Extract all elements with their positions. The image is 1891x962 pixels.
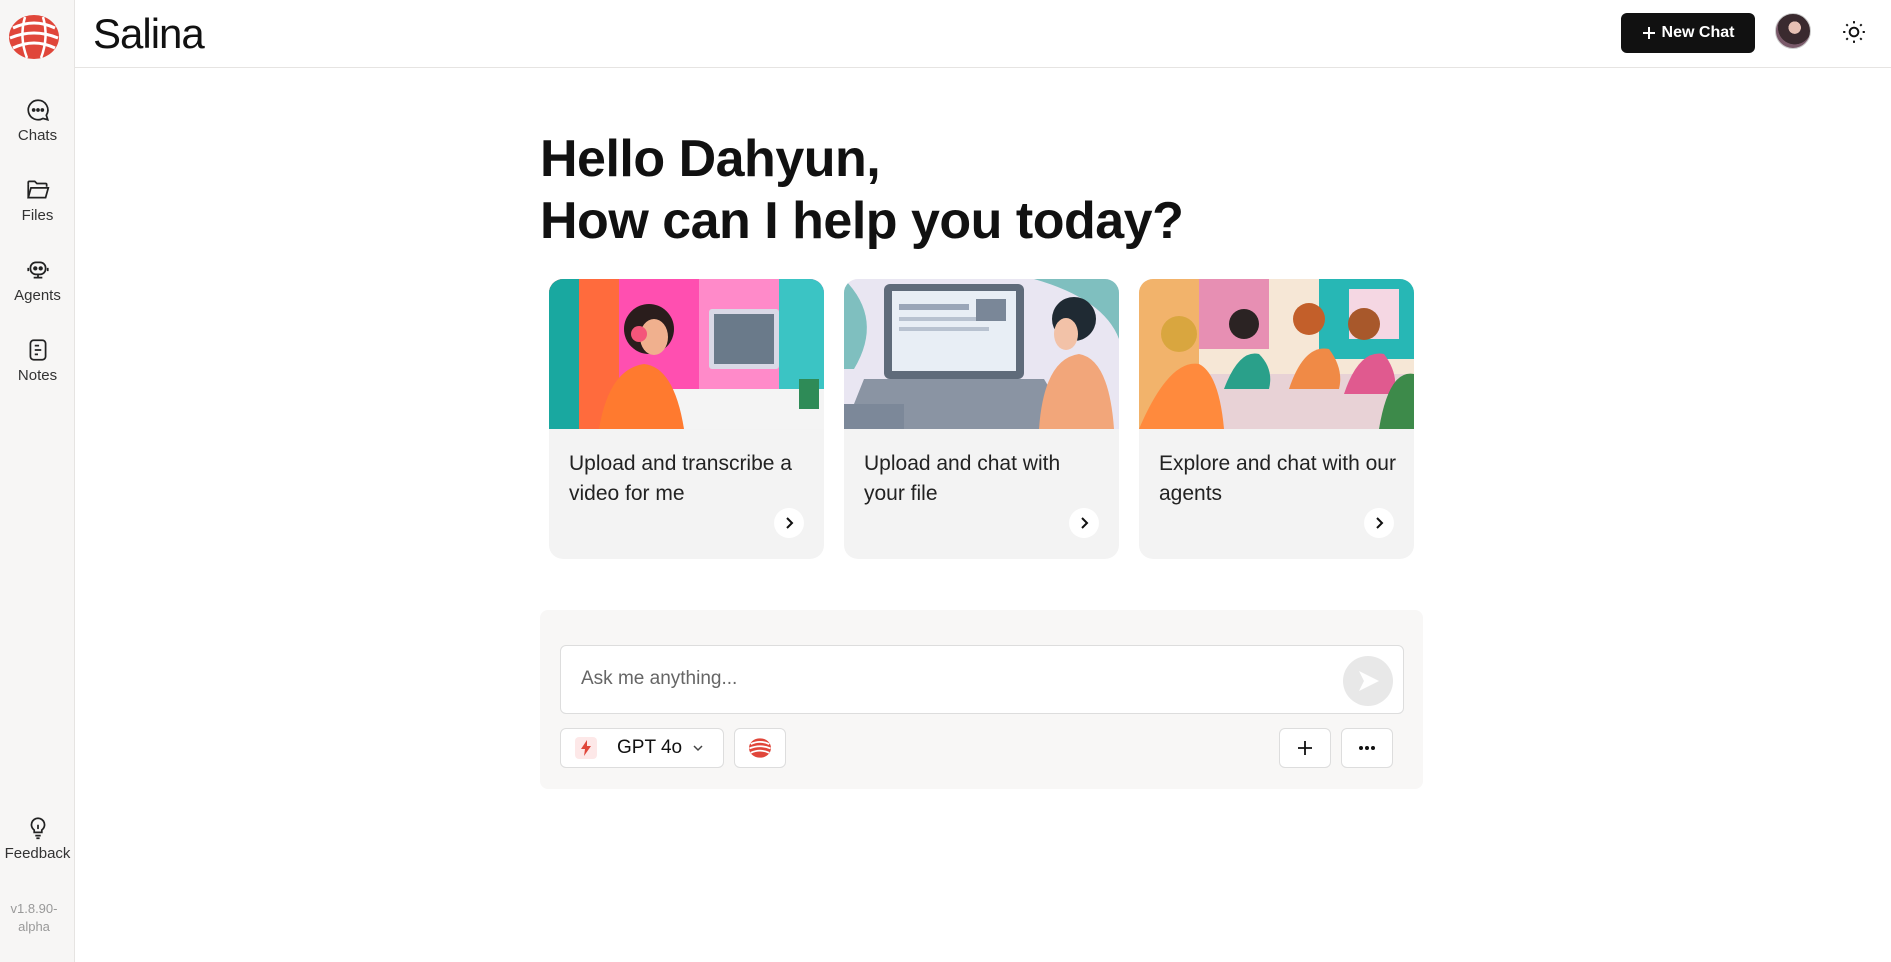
sidebar-item-notes[interactable]: Notes xyxy=(0,337,75,384)
new-chat-label: New Chat xyxy=(1661,24,1735,41)
card-arrow-button[interactable] xyxy=(1364,508,1394,538)
card-text: Explore and chat with our agents xyxy=(1159,452,1396,505)
plus-icon xyxy=(1298,741,1312,755)
composer: GPT 4o xyxy=(540,610,1423,789)
chevron-down-icon xyxy=(693,745,703,752)
card-transcribe-video[interactable]: Upload and transcribe a video for me xyxy=(549,279,824,559)
send-button[interactable] xyxy=(1343,656,1393,706)
card-text: Upload and chat with your file xyxy=(864,452,1061,505)
salina-logo-icon[interactable] xyxy=(7,12,61,62)
add-attachment-button[interactable] xyxy=(1279,728,1331,768)
message-input-box[interactable] xyxy=(560,645,1404,714)
card-text: Upload and transcribe a video for me xyxy=(569,452,792,505)
salina-logo-icon xyxy=(749,738,771,758)
message-input[interactable] xyxy=(581,668,1321,690)
new-chat-button[interactable]: New Chat xyxy=(1621,13,1755,53)
agent-toggle-button[interactable] xyxy=(734,728,786,768)
greeting: Hello Dahyun, How can I help you today? xyxy=(540,128,1184,252)
chat-bubble-icon xyxy=(26,99,49,121)
sidebar-item-chats[interactable]: Chats xyxy=(0,97,75,144)
greeting-line-2: How can I help you today? xyxy=(540,192,1184,250)
model-selector[interactable]: GPT 4o xyxy=(560,728,724,768)
card-explore-agents[interactable]: Explore and chat with our agents xyxy=(1139,279,1414,559)
version-label: v1.8.90-alpha xyxy=(10,901,58,934)
top-bar: Salina New Chat xyxy=(75,0,1891,68)
more-options-button[interactable] xyxy=(1341,728,1393,768)
feedback-button[interactable]: Feedback xyxy=(0,815,75,862)
chevron-right-icon xyxy=(1081,517,1089,529)
card-arrow-button[interactable] xyxy=(1069,508,1099,538)
card-illustration xyxy=(1139,279,1414,429)
agent-icon xyxy=(26,261,49,279)
sidebar-item-label: Agents xyxy=(14,287,61,304)
sidebar-item-agents[interactable]: Agents xyxy=(0,257,75,304)
lightbulb-icon xyxy=(30,817,45,840)
chevron-right-icon xyxy=(1376,517,1384,529)
card-arrow-button[interactable] xyxy=(774,508,804,538)
plus-icon xyxy=(1642,27,1655,39)
chevron-right-icon xyxy=(786,517,794,529)
model-label: GPT 4o xyxy=(617,737,683,758)
lightning-icon xyxy=(575,737,597,759)
sidebar-item-label: Notes xyxy=(17,367,58,384)
feedback-label: Feedback xyxy=(4,845,71,862)
sidebar-item-label: Chats xyxy=(17,127,58,144)
avatar[interactable] xyxy=(1775,13,1811,49)
greeting-line-1: Hello Dahyun, xyxy=(540,130,881,188)
sidebar-item-files[interactable]: Files xyxy=(0,177,75,224)
note-icon xyxy=(29,339,46,361)
card-chat-with-file[interactable]: Upload and chat with your file xyxy=(844,279,1119,559)
ellipsis-icon xyxy=(1359,746,1375,750)
sidebar-item-label: Files xyxy=(21,207,54,224)
card-illustration xyxy=(549,279,824,429)
sun-icon[interactable] xyxy=(1841,19,1867,45)
send-icon xyxy=(1359,671,1379,691)
card-illustration xyxy=(844,279,1119,429)
folder-icon xyxy=(26,180,49,199)
sidebar: Chats Files Agents Notes Feedback v1.8.9… xyxy=(0,0,75,962)
app-name: Salina xyxy=(93,10,205,57)
